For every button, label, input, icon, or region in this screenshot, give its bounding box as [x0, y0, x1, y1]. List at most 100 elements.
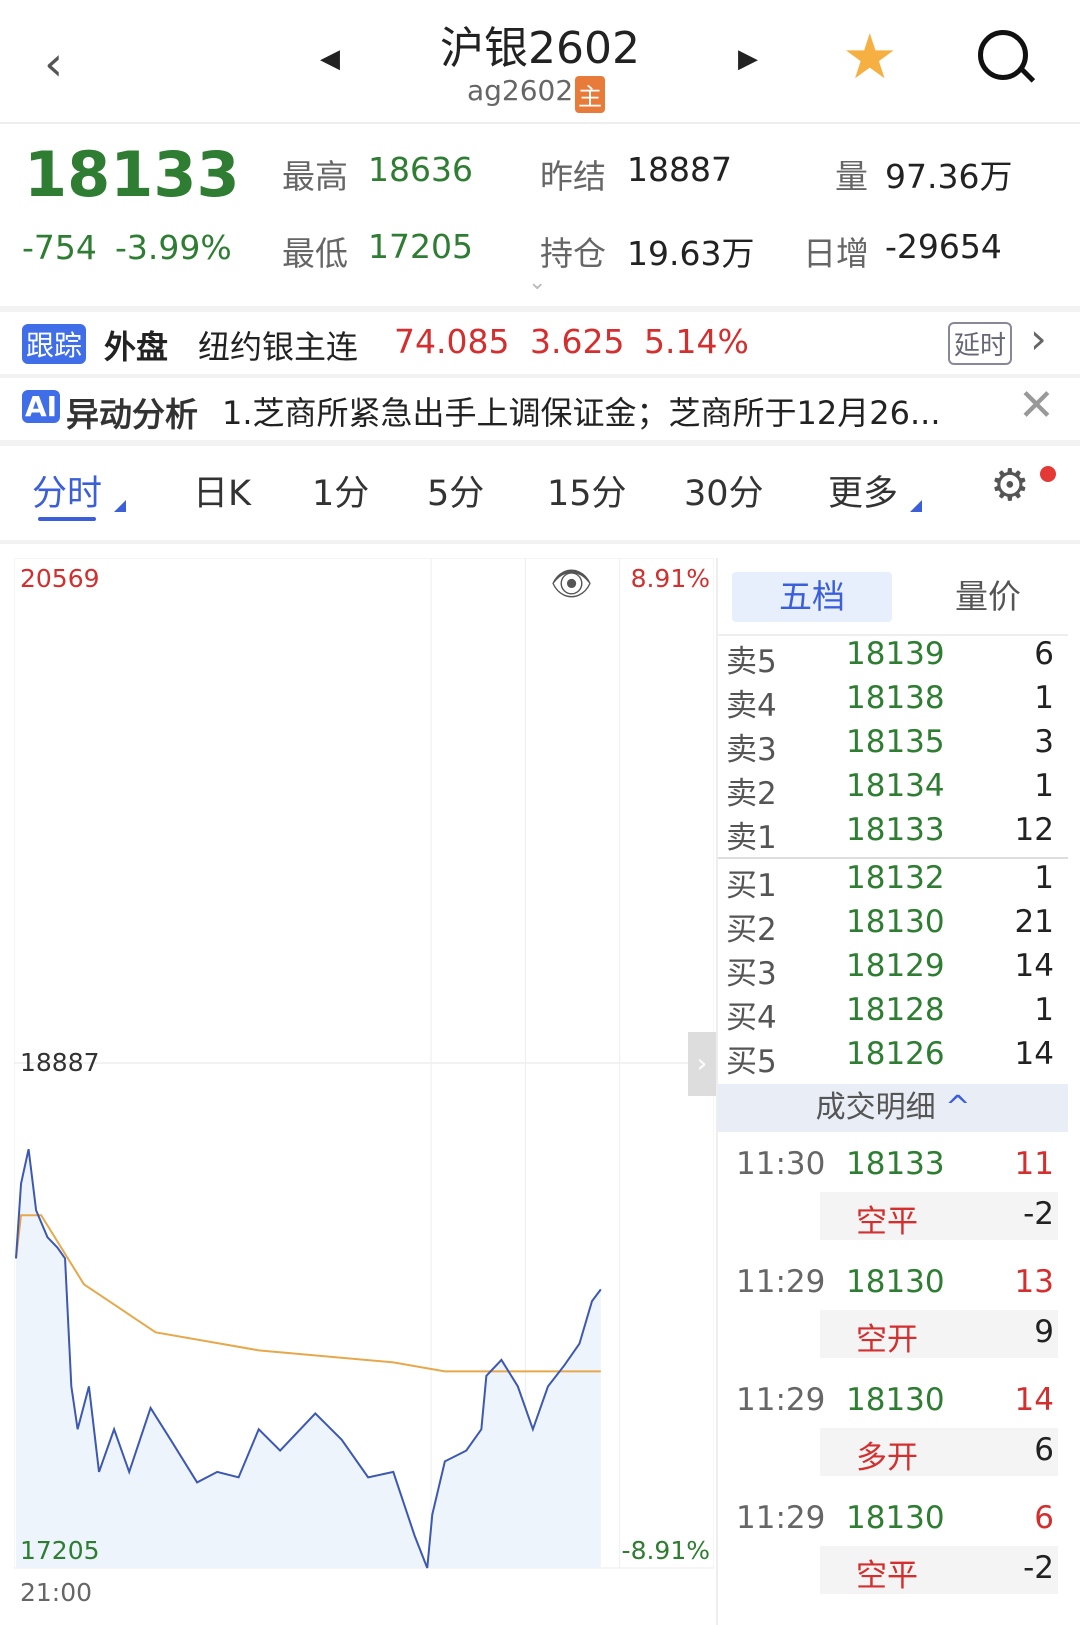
level-volume: 21 [1014, 904, 1054, 940]
bid-row[interactable]: 买3 18129 14 [722, 948, 1058, 992]
inc-label: 日增 [803, 234, 869, 273]
level-price: 18138 [846, 680, 945, 716]
trade-time: 11:29 [736, 1500, 826, 1536]
trade-oi-change: 9 [1034, 1314, 1054, 1350]
level-volume: 14 [1014, 948, 1054, 984]
header: ‹ ◀ 沪银2602 ag2602 主 ▶ ★ [0, 0, 1080, 124]
tab-five-levels[interactable]: 五档 [732, 572, 892, 622]
tab-1min[interactable]: 1分 [312, 465, 369, 516]
gear-icon[interactable]: ⚙ [990, 460, 1029, 511]
foreign-change: 3.625 [530, 322, 625, 361]
prev-label: 昨结 [540, 157, 606, 196]
tab-volume-price[interactable]: 量价 [938, 572, 1038, 622]
trade-time: 11:29 [736, 1382, 826, 1418]
trade-detail-header[interactable]: 成交明细 ^ [718, 1084, 1068, 1132]
y-top-label: 20569 [20, 564, 100, 593]
level-price: 18133 [846, 812, 945, 848]
y-bottom-label: 17205 [20, 1536, 100, 1565]
price-change-pct: -3.99% [115, 228, 232, 267]
tab-30min[interactable]: 30分 [684, 465, 764, 516]
bid-row[interactable]: 买5 18126 14 [722, 1036, 1058, 1080]
back-icon[interactable]: ‹ [44, 36, 63, 92]
ask-row[interactable]: 卖3 18135 3 [722, 724, 1058, 768]
tab-daily[interactable]: 日K [193, 465, 251, 516]
intraday-chart[interactable]: 20569 8.91% 18887 17205 -8.91% 21:00 👁 › [13, 557, 716, 1618]
level-volume: 1 [1034, 992, 1054, 1028]
ask-row[interactable]: 卖5 18139 6 [722, 636, 1058, 680]
bid-row[interactable]: 买4 18128 1 [722, 992, 1058, 1036]
divider [0, 440, 1080, 446]
trade-price: 18133 [846, 1146, 945, 1182]
level-label: 买2 [726, 912, 777, 948]
high-value: 18636 [368, 150, 473, 189]
trade-type: 多开 [856, 1440, 918, 1476]
prev-contract-icon[interactable]: ◀ [320, 44, 340, 74]
trade-item: 11:29 18130 6 空平 -2 [722, 1500, 1058, 1610]
trade-item: 11:29 18130 13 空开 9 [722, 1264, 1058, 1374]
foreign-name: 纽约银主连 [198, 328, 359, 366]
inc-value: -29654 [885, 227, 1002, 266]
trade-type: 空开 [856, 1322, 918, 1358]
trade-volume: 13 [1014, 1264, 1054, 1300]
bid-row[interactable]: 买1 18132 1 [722, 860, 1058, 904]
bid-row[interactable]: 买2 18130 21 [722, 904, 1058, 948]
trade-oi-change: -2 [1023, 1550, 1054, 1586]
ask-row[interactable]: 卖4 18138 1 [722, 680, 1058, 724]
low-value: 17205 [368, 227, 473, 266]
chart-svg [13, 557, 715, 1569]
level-price: 18128 [846, 992, 945, 1028]
ai-text: 1.芝商所紧急出手上调保证金；芝商所于12月26... [222, 394, 941, 432]
star-icon[interactable]: ★ [842, 20, 898, 93]
expand-chevron-icon[interactable]: ⌄ [528, 270, 546, 295]
oi-label: 持仓 [540, 234, 606, 273]
delay-badge: 延时 [948, 322, 1013, 365]
tab-more[interactable]: 更多 [828, 465, 898, 516]
level-price: 18126 [846, 1036, 945, 1072]
tab-15min[interactable]: 15分 [547, 465, 627, 516]
level-price: 18135 [846, 724, 945, 760]
expand-handle[interactable]: › [688, 1032, 716, 1096]
level-label: 卖4 [726, 688, 777, 724]
trade-price: 18130 [846, 1500, 945, 1536]
trade-oi-change: 6 [1034, 1432, 1054, 1468]
trade-price: 18130 [846, 1382, 945, 1418]
high-label: 最高 [282, 157, 348, 196]
trade-type: 空平 [856, 1204, 918, 1240]
tab-5min[interactable]: 5分 [427, 465, 484, 516]
chevron-right-icon[interactable]: › [1030, 314, 1047, 363]
pct-bottom-label: -8.91% [621, 1536, 710, 1565]
vol-label: 量 [835, 157, 868, 196]
level-label: 卖2 [726, 776, 777, 812]
trade-detail-title: 成交明细 [815, 1090, 936, 1125]
trade-item: 11:30 18133 11 空平 -2 [722, 1146, 1058, 1256]
close-icon[interactable]: ✕ [1018, 380, 1055, 431]
trade-oi-change: -2 [1023, 1196, 1054, 1232]
level-price: 18139 [846, 636, 945, 672]
level-label: 买4 [726, 1000, 777, 1036]
level-price: 18134 [846, 768, 945, 804]
level-volume: 6 [1034, 636, 1054, 672]
trade-volume: 14 [1014, 1382, 1054, 1418]
low-label: 最低 [282, 234, 348, 273]
tab-intraday[interactable]: 分时 [32, 465, 102, 516]
trade-time: 11:30 [736, 1146, 826, 1182]
level-label: 卖1 [726, 820, 777, 856]
x-start-label: 21:00 [20, 1578, 93, 1607]
foreign-market-row[interactable]: 跟踪 外盘 纽约银主连 74.085 3.625 5.14% 延时 › [0, 312, 1080, 374]
ask-row[interactable]: 卖2 18134 1 [722, 768, 1058, 812]
level-volume: 3 [1034, 724, 1054, 760]
prev-value: 18887 [627, 150, 732, 189]
ai-analysis-row[interactable]: AI 异动分析 1.芝商所紧急出手上调保证金；芝商所于12月26... ✕ [0, 378, 1080, 440]
y-mid-label: 18887 [20, 1048, 100, 1077]
foreign-pct: 5.14% [644, 322, 749, 361]
trade-time: 11:29 [736, 1264, 826, 1300]
notification-dot [1040, 466, 1056, 482]
ask-row[interactable]: 卖1 18133 12 [722, 812, 1058, 856]
foreign-title: 外盘 [104, 328, 169, 366]
level-label: 买5 [726, 1044, 777, 1080]
next-contract-icon[interactable]: ▶ [738, 44, 758, 74]
eye-icon[interactable]: 👁 [550, 564, 593, 604]
trade-volume: 11 [1014, 1146, 1054, 1182]
level-price: 18132 [846, 860, 945, 896]
contract-code: ag2602 [467, 74, 574, 107]
